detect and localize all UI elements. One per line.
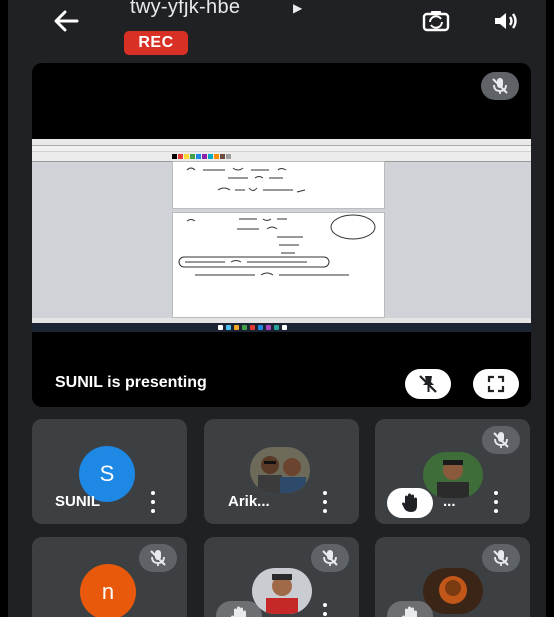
avatar: n — [80, 564, 136, 617]
pin-off-icon — [419, 375, 437, 393]
presentation-tile[interactable]: SUNIL is presenting — [32, 63, 531, 407]
flip-camera-icon — [422, 11, 450, 32]
speaker-icon — [495, 13, 517, 29]
more-options-button[interactable] — [318, 603, 332, 617]
mic-off-icon — [322, 550, 338, 566]
right-frame-border — [546, 0, 554, 617]
handwriting-scribble — [178, 214, 376, 276]
participant-tile-n[interactable]: n — [32, 537, 187, 617]
participant-tile-arik[interactable]: Arik... — [204, 419, 359, 524]
presenter-mute-badge — [481, 72, 519, 100]
raise-hand-icon — [402, 493, 417, 512]
avatar — [252, 568, 312, 614]
mute-badge — [139, 544, 177, 572]
participant-tile-5[interactable] — [204, 537, 359, 617]
more-options-button[interactable] — [318, 491, 332, 513]
fullscreen-icon — [487, 375, 505, 393]
avatar — [423, 452, 483, 498]
participant-name: SUNIL — [55, 493, 100, 510]
handwriting-scribble — [186, 167, 306, 193]
recording-badge: REC — [124, 31, 188, 55]
caret-right-icon[interactable]: ▶ — [293, 1, 302, 15]
participant-tile-6[interactable] — [375, 537, 530, 617]
top-bar: twy-yfjk-hbe ▶ REC — [8, 0, 546, 58]
mic-off-icon — [492, 78, 508, 94]
speaker-button[interactable] — [488, 6, 524, 36]
note-page-2 — [172, 212, 385, 318]
more-vert-icon — [323, 603, 327, 607]
raised-hand-badge — [387, 601, 433, 617]
more-vert-icon — [323, 491, 327, 495]
participant-tile-sunil[interactable]: S SUNIL — [32, 419, 187, 524]
presenting-label: SUNIL is presenting — [55, 374, 207, 391]
avatar — [423, 568, 483, 614]
back-button[interactable] — [46, 6, 86, 36]
mute-badge — [311, 544, 349, 572]
mute-badge — [482, 544, 520, 572]
fullscreen-button[interactable] — [473, 369, 519, 399]
more-options-button[interactable] — [489, 491, 503, 513]
mute-badge — [482, 426, 520, 454]
shared-screen — [32, 139, 531, 332]
raised-hand-badge — [387, 488, 433, 518]
participant-name: ... — [443, 493, 456, 510]
more-vert-icon — [494, 491, 498, 495]
raise-hand-icon — [231, 606, 246, 617]
raised-hand-badge — [216, 601, 262, 617]
left-frame-border — [0, 0, 8, 617]
avatar — [250, 447, 310, 493]
back-arrow-icon — [54, 10, 79, 32]
participant-name: Arik... — [228, 493, 270, 510]
participant-tile-hand-raised[interactable]: ... — [375, 419, 530, 524]
unpin-button[interactable] — [405, 369, 451, 399]
flip-camera-button[interactable] — [418, 6, 454, 36]
more-options-button[interactable] — [146, 491, 160, 513]
raise-hand-icon — [402, 606, 417, 617]
mic-off-icon — [493, 550, 509, 566]
mic-off-icon — [150, 550, 166, 566]
meeting-code[interactable]: twy-yfjk-hbe — [130, 0, 240, 19]
mic-off-icon — [493, 432, 509, 448]
note-page-1 — [172, 161, 385, 209]
more-vert-icon — [151, 491, 155, 495]
